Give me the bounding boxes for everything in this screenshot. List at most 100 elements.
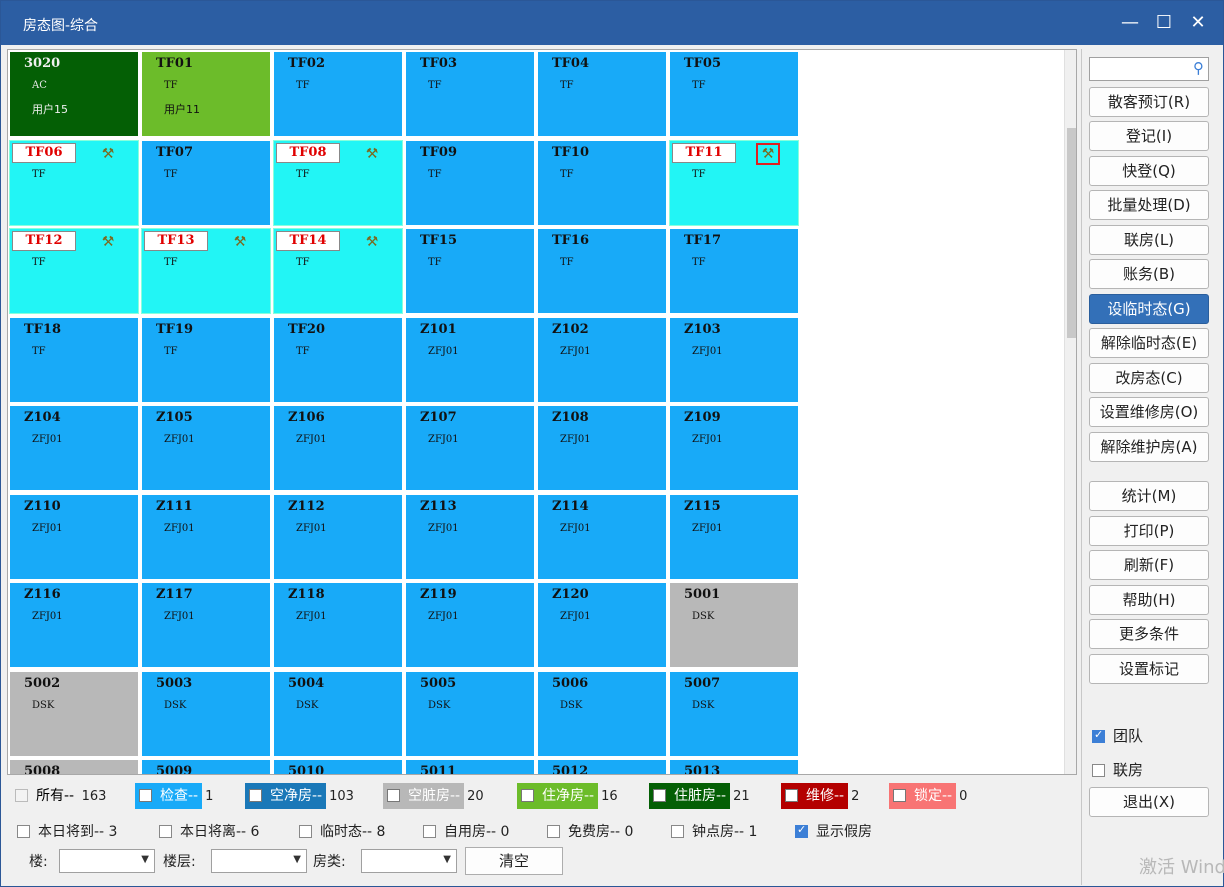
room-cell[interactable]: TF10 TF [537,139,667,226]
panel-button[interactable]: 打印(P) [1089,516,1209,546]
room-cell[interactable]: 5002 DSK [9,670,139,757]
room-cell[interactable]: TF08 TF ⚒ [273,139,403,226]
building-select[interactable]: ▼ [59,849,155,873]
panel-button[interactable]: 账务(B) [1089,259,1209,289]
room-cell[interactable]: 5008 [9,759,139,774]
room-cell[interactable]: TF19 TF [141,316,271,403]
room-cell[interactable]: 3020 AC 用户15 [9,51,139,137]
panel-button[interactable]: 设置标记 [1089,654,1209,684]
legend-vacant_dirty[interactable]: 空脏房-- 20 [383,783,484,809]
panel-button[interactable]: 更多条件 [1089,619,1209,649]
filter-checkbox[interactable]: 显示假房 [795,821,872,841]
tools-icon[interactable]: ⚒ [230,233,250,251]
checkbox-icon[interactable] [159,825,172,838]
checkbox-icon[interactable] [15,789,28,802]
close-button[interactable]: ✕ [1183,9,1213,37]
room-cell[interactable]: TF18 TF [9,316,139,403]
panel-button[interactable]: 刷新(F) [1089,550,1209,580]
room-cell[interactable]: 5006 DSK [537,670,667,757]
filter-checkbox[interactable]: 免费房-- 0 [547,821,633,841]
checkbox-icon[interactable] [1092,728,1105,743]
legend-inspect[interactable]: 检查-- 1 [135,783,213,809]
filter-checkbox[interactable]: 钟点房-- 1 [671,821,757,841]
filter-checkbox[interactable]: 本日将到-- 3 [17,821,117,841]
checkbox-icon[interactable] [1092,764,1105,777]
room-cell[interactable]: TF11 TF ⚒ [669,139,799,226]
legend-occupied_clean[interactable]: 住净房-- 16 [517,783,618,809]
room-cell[interactable]: 5013 [669,759,799,774]
room-cell[interactable]: TF01 TF 用户11 [141,51,271,137]
panel-button[interactable]: 解除临时态(E) [1089,328,1209,358]
room-cell[interactable]: Z104 ZFJ01 [9,405,139,491]
room-cell[interactable]: TF05 TF [669,51,799,137]
grid-scrollbar[interactable] [1064,50,1076,774]
room-cell[interactable]: Z110 ZFJ01 [9,493,139,580]
checkbox-icon[interactable] [547,825,560,838]
room-cell[interactable]: TF02 TF [273,51,403,137]
legend-vacant_clean[interactable]: 空净房-- 103 [245,783,354,809]
room-cell[interactable]: Z119 ZFJ01 [405,582,535,668]
tools-icon[interactable]: ⚒ [756,142,780,165]
checkbox-icon[interactable] [387,789,400,802]
scrollbar-thumb[interactable] [1067,128,1076,338]
room-cell[interactable]: TF07 TF [141,139,271,226]
panel-button[interactable]: 帮助(H) [1089,585,1209,615]
checkbox-icon[interactable] [249,789,262,802]
room-cell[interactable]: TF17 TF [669,228,799,314]
tools-icon[interactable]: ⚒ [362,145,382,163]
panel-button[interactable]: 改房态(C) [1089,363,1209,393]
checkbox-icon[interactable] [139,789,152,802]
floor-select[interactable]: ▼ [211,849,307,873]
room-cell[interactable]: Z112 ZFJ01 [273,493,403,580]
panel-button[interactable]: 登记(I) [1089,121,1209,151]
tools-icon[interactable]: ⚒ [362,233,382,251]
room-cell[interactable]: TF06 TF ⚒ [9,139,139,226]
group-checkbox[interactable]: 团队 [1092,725,1143,746]
filter-checkbox[interactable]: 临时态-- 8 [299,821,385,841]
room-cell[interactable]: Z101 ZFJ01 [405,316,535,403]
room-cell[interactable]: TF09 TF [405,139,535,226]
room-cell[interactable]: Z114 ZFJ01 [537,493,667,580]
room-cell[interactable]: TF13 TF ⚒ [141,228,271,314]
room-cell[interactable]: Z107 ZFJ01 [405,405,535,491]
room-cell[interactable]: TF04 TF [537,51,667,137]
filter-checkbox[interactable]: 自用房-- 0 [423,821,509,841]
room-cell[interactable]: Z120 ZFJ01 [537,582,667,668]
checkbox-icon[interactable] [299,825,312,838]
room-cell[interactable]: 5001 DSK [669,582,799,668]
room-cell[interactable]: 5004 DSK [273,670,403,757]
panel-button[interactable]: 快登(Q) [1089,156,1209,186]
panel-button[interactable]: 设置维修房(O) [1089,397,1209,427]
maximize-button[interactable]: ☐ [1149,9,1179,37]
panel-button[interactable]: 散客预订(R) [1089,87,1209,117]
panel-button[interactable]: 解除维护房(A) [1089,432,1209,462]
room-cell[interactable]: TF12 TF ⚒ [9,228,139,314]
room-cell[interactable]: 5003 DSK [141,670,271,757]
checkbox-icon[interactable] [521,789,534,802]
legend-all[interactable]: 所有-- 163 [15,783,106,809]
room-cell[interactable]: 5012 [537,759,667,774]
filter-checkbox[interactable]: 本日将离-- 6 [159,821,259,841]
room-cell[interactable]: Z109 ZFJ01 [669,405,799,491]
legend-occupied_dirty[interactable]: 住脏房-- 21 [649,783,750,809]
link-checkbox[interactable]: 联房 [1092,759,1143,780]
room-cell[interactable]: TF16 TF [537,228,667,314]
clear-button[interactable]: 清空 [465,847,563,875]
room-cell[interactable]: Z118 ZFJ01 [273,582,403,668]
room-cell[interactable]: Z111 ZFJ01 [141,493,271,580]
legend-locked[interactable]: 锁定-- 0 [889,783,967,809]
room-cell[interactable]: Z113 ZFJ01 [405,493,535,580]
room-cell[interactable]: 5005 DSK [405,670,535,757]
panel-button[interactable]: 统计(M) [1089,481,1209,511]
room-cell[interactable]: Z115 ZFJ01 [669,493,799,580]
room-cell[interactable]: TF20 TF [273,316,403,403]
checkbox-icon[interactable] [17,825,30,838]
checkbox-icon[interactable] [423,825,436,838]
room-cell[interactable]: 5009 [141,759,271,774]
exit-button[interactable]: 退出(X) [1089,787,1209,817]
checkbox-icon[interactable] [653,789,666,802]
room-cell[interactable]: TF03 TF [405,51,535,137]
legend-maintenance[interactable]: 维修-- 2 [781,783,859,809]
checkbox-icon[interactable] [671,825,684,838]
checkbox-icon[interactable] [893,789,906,802]
